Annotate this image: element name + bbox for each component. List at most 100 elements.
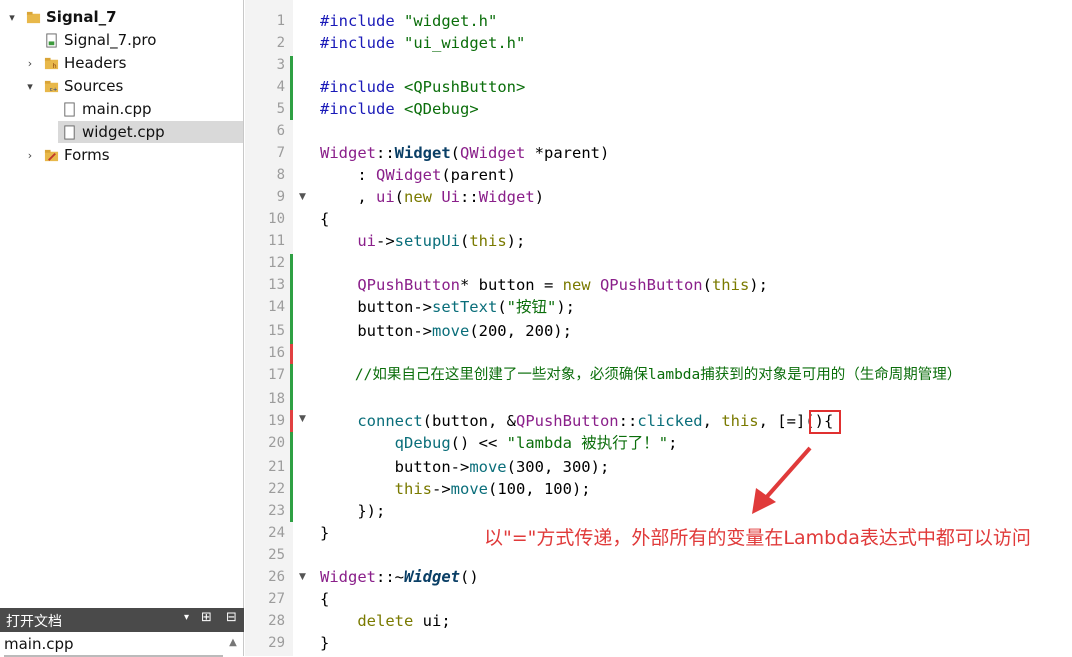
chevron-right-icon[interactable]: ›: [24, 149, 36, 162]
fold-arrow-icon[interactable]: ▼: [299, 414, 306, 424]
cpp-file-icon: [64, 124, 75, 140]
code-token: );: [556, 298, 575, 316]
code-token: );: [749, 276, 768, 294]
pro-file-icon: [46, 32, 57, 48]
code-line-19: connect(button, &QPushButton::clicked, t…: [320, 410, 833, 432]
line-number: 1: [276, 13, 285, 29]
code-token: Widget: [320, 144, 376, 162]
dropdown-icon[interactable]: ▾: [184, 612, 189, 623]
code-token: qDebug: [394, 434, 451, 452]
tree-project-label: Signal_7: [46, 8, 117, 26]
close-pane-icon[interactable]: ⊟: [226, 610, 237, 625]
code-token: (: [497, 298, 507, 316]
tree-item-pro-file[interactable]: Signal_7.pro: [0, 29, 243, 51]
code-token: setupUi: [394, 232, 460, 250]
code-token: ,: [702, 412, 722, 430]
code-line-10: {: [320, 210, 330, 228]
line-number: 27: [268, 591, 285, 607]
line-number: 2: [276, 35, 285, 51]
code-token: ;: [668, 434, 678, 452]
project-folder-icon: [26, 11, 41, 23]
code-token: QPushButton: [357, 276, 460, 294]
code-token: (: [702, 276, 712, 294]
line-number: 21: [268, 459, 285, 475]
line-number: 22: [268, 481, 285, 497]
change-marker: [290, 364, 293, 410]
code-token: QWidget: [376, 166, 442, 184]
change-marker: [290, 344, 293, 364]
line-number: 3: [276, 57, 285, 73]
code-token: setText: [431, 298, 498, 316]
tree-item-sources[interactable]: ▾ c+ Sources: [0, 75, 243, 97]
code-token: QWidget: [460, 144, 526, 162]
tree-item-forms[interactable]: › Forms: [0, 144, 243, 166]
code-token: * button =: [459, 276, 563, 294]
change-marker: [290, 254, 293, 344]
code-token: clicked: [637, 412, 703, 430]
code-token: ->: [431, 480, 451, 498]
code-token: ui: [357, 232, 376, 250]
line-number: 10: [268, 211, 285, 227]
code-line-27: {: [320, 590, 330, 608]
chevron-right-icon[interactable]: ›: [24, 57, 36, 70]
code-editor[interactable]: #include "widget.h" #include "ui_widget.…: [320, 0, 1072, 656]
line-number: 4: [276, 79, 285, 95]
change-marker: [290, 410, 293, 432]
code-token: <QPushButton>: [404, 78, 526, 96]
code-token: (200, 200);: [469, 322, 572, 340]
code-token: ::~: [376, 568, 404, 586]
line-number: 14: [268, 299, 285, 315]
code-token: this: [711, 276, 750, 294]
svg-text:h: h: [52, 62, 56, 70]
code-token: Widget: [394, 144, 451, 162]
code-line-7: Widget::Widget(QWidget *parent): [320, 142, 609, 164]
tree-pro-file-label: Signal_7.pro: [64, 31, 157, 49]
code-token: delete: [357, 612, 414, 630]
line-number: 7: [276, 145, 285, 161]
code-token: ): [534, 188, 545, 206]
code-token: ::: [376, 144, 395, 162]
open-documents-title: 打开文档: [6, 614, 62, 630]
code-token: (): [460, 568, 479, 586]
annotation-arrow-icon: [752, 446, 812, 514]
split-icon[interactable]: ⊞: [201, 610, 212, 625]
fold-margin: [293, 0, 312, 656]
code-token: <QDebug>: [404, 100, 479, 118]
chevron-down-icon[interactable]: ▾: [6, 11, 18, 24]
code-token: "widget.h": [404, 12, 498, 30]
code-line-21: button->move(300, 300);: [320, 456, 610, 478]
change-marker: [290, 432, 293, 522]
tree-widget-cpp-label: widget.cpp: [82, 123, 165, 141]
capture-highlight-box: [809, 410, 841, 434]
tree-item-widget-cpp[interactable]: widget.cpp: [58, 121, 243, 143]
scroll-up-icon[interactable]: ▲: [226, 634, 240, 652]
code-token: (button, &: [422, 412, 516, 430]
chevron-down-icon[interactable]: ▾: [24, 80, 36, 93]
code-token: Widget: [320, 568, 376, 586]
code-token: (: [460, 232, 470, 250]
code-token: button->: [320, 458, 470, 476]
code-token: move: [450, 480, 488, 498]
code-line-24: }: [320, 524, 330, 542]
annotation-text: 以"="方式传递，外部所有的变量在Lambda表达式中都可以访问: [484, 527, 1031, 549]
code-token: "按钮": [506, 298, 557, 316]
line-number: 20: [268, 435, 285, 451]
open-document-item[interactable]: main.cpp: [4, 633, 223, 657]
line-number: 29: [268, 635, 285, 651]
code-token: #include: [320, 78, 404, 96]
line-number: 16: [268, 345, 285, 361]
code-line-20: qDebug() << "lambda 被执行了！";: [320, 432, 678, 454]
tree-item-project[interactable]: ▾ Signal_7: [0, 6, 243, 28]
code-line-22: this->move(100, 100);: [320, 478, 591, 500]
fold-arrow-icon[interactable]: ▼: [299, 192, 306, 202]
change-marker: [290, 56, 293, 120]
code-token: *parent): [525, 144, 610, 162]
fold-arrow-icon[interactable]: ▼: [299, 572, 306, 582]
line-number: 12: [268, 255, 285, 271]
tree-item-main-cpp[interactable]: main.cpp: [0, 98, 243, 120]
tree-item-headers[interactable]: › h Headers: [0, 52, 243, 74]
open-documents-header: 打开文档 ▾ ⊞ ⊟: [0, 608, 244, 632]
